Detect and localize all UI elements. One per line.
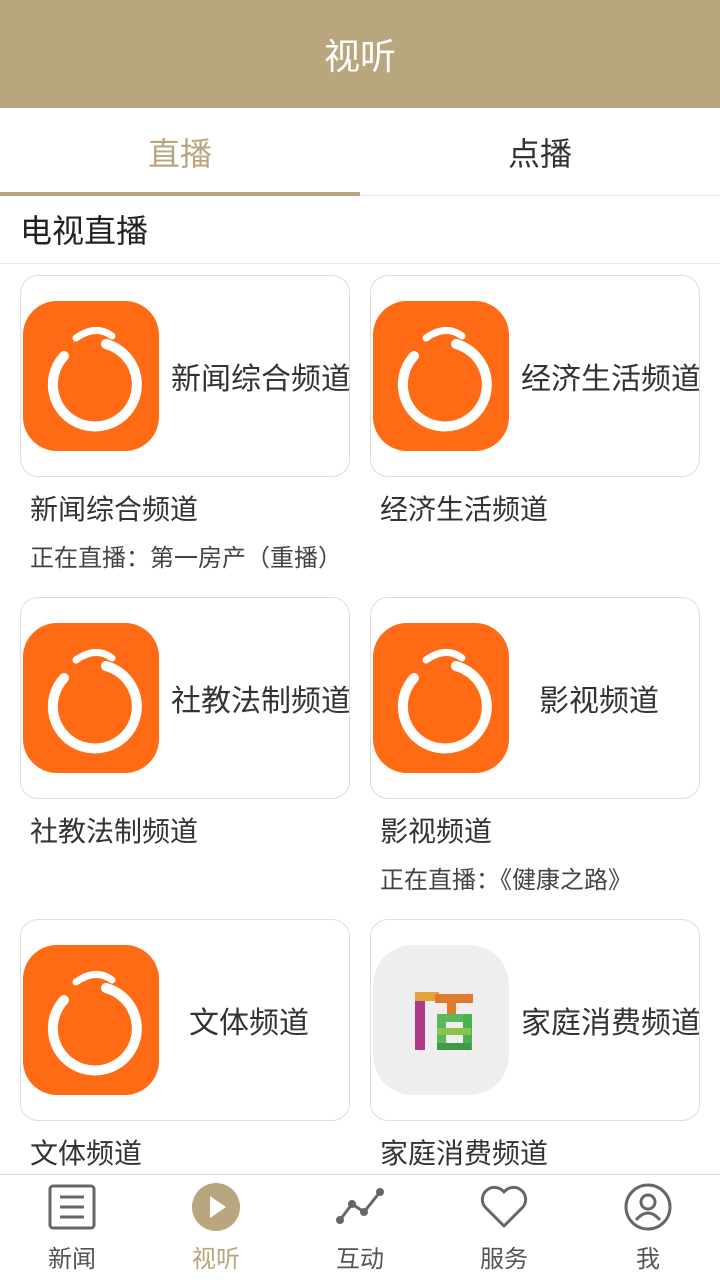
section-divider (0, 263, 720, 264)
card-label: 经济生活频道 (521, 362, 700, 397)
news-icon (46, 1181, 98, 1233)
shoukang-logo-icon: 寿康-1 (47, 327, 142, 432)
nav-me[interactable]: 我 (576, 1175, 720, 1280)
nav-services[interactable]: 服务 (432, 1175, 576, 1280)
bai-logo-icon (415, 992, 473, 1050)
channel-logo: 寿康-4 (373, 623, 509, 773)
nav-label: 互动 (336, 1245, 384, 1273)
interaction-icon (334, 1181, 386, 1233)
card-label: 文体频道 (189, 1006, 309, 1041)
profile-icon (622, 1181, 674, 1233)
tab-on-demand[interactable]: 点播 (360, 108, 720, 195)
page-title: 视听 (323, 37, 396, 78)
logo-text: 寿康-1 (66, 373, 114, 392)
channel-card-2[interactable]: 寿康-2 经济生活频道 (370, 275, 700, 477)
card-label: 影视频道 (539, 684, 659, 719)
now-playing-1: 正在直播：第一房产（重播） (30, 544, 342, 572)
play-icon (190, 1181, 242, 1233)
channel-card-3[interactable]: 寿康-3 社教法制频道 (20, 597, 350, 799)
tab-bar: 直播 点播 (0, 108, 720, 196)
card-label: 新闻综合频道 (171, 362, 350, 397)
heart-icon (478, 1181, 530, 1233)
tab-live[interactable]: 直播 (0, 108, 360, 196)
channel-name-1[interactable]: 新闻综合频道 (30, 488, 198, 528)
channel-name-4[interactable]: 影视频道 (380, 810, 492, 850)
channel-name-2[interactable]: 经济生活频道 (380, 488, 548, 528)
bottom-nav: 新闻 视听 互动 服务 我 (0, 1174, 720, 1280)
now-playing-4: 正在直播：《健康之路》 (380, 866, 632, 894)
nav-label: 新闻 (48, 1245, 96, 1273)
app-header: 视听 (0, 0, 720, 108)
nav-label: 视听 (192, 1245, 240, 1273)
logo-text: 寿康-4 (416, 695, 464, 714)
channel-card-5[interactable]: 寿康-5 文体频道 (20, 919, 350, 1121)
section-title: 电视直播 (20, 212, 149, 250)
nav-news[interactable]: 新闻 (0, 1175, 144, 1280)
nav-label: 我 (636, 1245, 660, 1273)
nav-label: 服务 (480, 1245, 528, 1273)
channel-logo: 寿康-3 (23, 623, 159, 773)
card-label: 家庭消费频道 (521, 1006, 700, 1041)
channel-logo: 寿康-1 (23, 301, 159, 451)
shoukang-logo-icon: 寿康-4 (397, 649, 492, 754)
channel-card-6[interactable]: 家庭消费频道 (370, 919, 700, 1121)
channel-logo: 寿康-5 (23, 945, 159, 1095)
logo-text: 寿康-5 (66, 1017, 114, 1036)
channel-name-3[interactable]: 社教法制频道 (30, 810, 198, 850)
shoukang-logo-icon: 寿康-2 (397, 327, 492, 432)
shoukang-logo-icon: 寿康-3 (47, 649, 142, 754)
shoukang-logo-icon: 寿康-5 (47, 971, 142, 1076)
card-label: 社教法制频道 (171, 684, 350, 719)
channel-card-4[interactable]: 寿康-4 影视频道 (370, 597, 700, 799)
channel-name-6[interactable]: 家庭消费频道 (380, 1132, 548, 1172)
logo-text: 寿康-3 (66, 695, 114, 714)
channel-card-1[interactable]: 寿康-1 新闻综合频道 (20, 275, 350, 477)
channel-name-5[interactable]: 文体频道 (30, 1132, 142, 1172)
nav-interaction[interactable]: 互动 (288, 1175, 432, 1280)
nav-media[interactable]: 视听 (144, 1175, 288, 1280)
channel-logo (373, 945, 509, 1095)
channel-logo: 寿康-2 (373, 301, 509, 451)
logo-text: 寿康-2 (416, 373, 464, 392)
